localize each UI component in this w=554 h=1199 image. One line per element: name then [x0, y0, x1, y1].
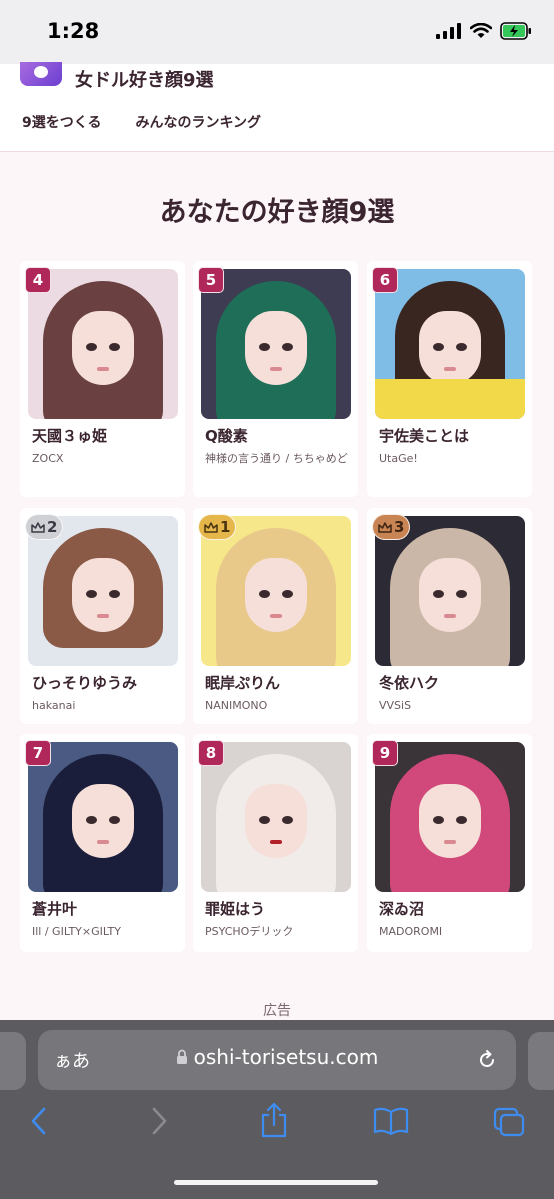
crown-icon — [31, 521, 45, 533]
idol-card[interactable]: 3 冬依ハク VVSiS — [367, 508, 532, 724]
previous-tab-peek[interactable] — [0, 1032, 26, 1090]
home-indicator — [174, 1180, 378, 1185]
ad-label: 広告 — [263, 1003, 291, 1019]
idol-card[interactable]: 6 宇佐美ことは UtaGe! — [367, 261, 532, 497]
wifi-icon — [470, 23, 492, 38]
idol-name: 天國３ゅ姫 — [32, 427, 108, 445]
rank-badge: 4 — [25, 267, 51, 293]
browser-chrome: ぁあ oshi-torisetsu.com — [0, 1020, 554, 1199]
idol-card[interactable]: 1 眠岸ぷりん NANIMONO — [193, 508, 358, 724]
rank-badge: 8 — [198, 740, 224, 766]
idol-card[interactable]: 7 蒼井叶 Ill / GILTY×GILTY — [20, 734, 185, 952]
idol-photo — [201, 269, 351, 419]
page-title: あなたの好き顔9選 — [159, 197, 395, 228]
crown-icon — [204, 521, 218, 533]
idol-name: 深ゐ沼 — [379, 900, 425, 918]
rank-badge-bronze: 3 — [372, 514, 411, 540]
rank-badge: 6 — [372, 267, 398, 293]
share-icon[interactable] — [259, 1102, 289, 1138]
idol-card[interactable]: 2 ひっそりゆうみ hakanai — [20, 508, 185, 724]
idol-group: UtaGe! — [379, 452, 418, 465]
browser-toolbar — [0, 1102, 554, 1152]
back-icon[interactable] — [30, 1106, 48, 1136]
forward-icon[interactable] — [150, 1106, 168, 1136]
status-bar: 1:28 — [0, 0, 554, 64]
idol-card[interactable]: 8 罪姫はう PSYCHOデリック — [193, 734, 358, 952]
idol-group: 神様の言う通り / ちちゃめど — [205, 452, 348, 465]
idol-name: Q酸素 — [205, 427, 248, 445]
idol-name: ひっそりゆうみ — [32, 674, 138, 692]
site-nav: 9選をつくる みんなのランキング — [22, 112, 261, 132]
lock-icon — [176, 1049, 187, 1064]
url-text: oshi-torisetsu.com — [193, 1045, 379, 1069]
idol-group: PSYCHOデリック — [205, 925, 294, 938]
idol-name: 眠岸ぷりん — [205, 674, 281, 692]
idol-group: MADOROMI — [379, 925, 443, 938]
bookmarks-icon[interactable] — [373, 1106, 409, 1136]
idol-photo — [28, 742, 178, 892]
idol-photo — [375, 269, 525, 419]
rank-badge: 5 — [198, 267, 224, 293]
next-tab-peek[interactable] — [528, 1032, 554, 1090]
url-display[interactable]: oshi-torisetsu.com — [38, 1045, 516, 1069]
site-header: 女ドル好き顔9選 9選をつくる みんなのランキング — [0, 62, 554, 152]
status-icons — [436, 22, 532, 40]
nav-create-link[interactable]: 9選をつくる — [22, 112, 101, 132]
rank-badge-silver: 2 — [25, 514, 64, 540]
tabs-icon[interactable] — [492, 1106, 526, 1138]
idol-group: ZOCX — [32, 452, 64, 465]
reload-icon[interactable] — [476, 1049, 498, 1071]
idol-name: 罪姫はう — [205, 900, 266, 918]
idol-group: Ill / GILTY×GILTY — [32, 925, 121, 938]
nav-ranking-link[interactable]: みんなのランキング — [135, 112, 261, 132]
idol-photo — [375, 742, 525, 892]
rank-badge: 7 — [25, 740, 51, 766]
status-time: 1:28 — [47, 19, 100, 43]
idol-group: hakanai — [32, 699, 76, 712]
cellular-signal-icon — [436, 23, 461, 39]
idol-photo — [201, 742, 351, 892]
site-title[interactable]: 女ドル好き顔9選 — [75, 66, 214, 92]
idol-group: VVSiS — [379, 699, 412, 712]
idol-name: 宇佐美ことは — [379, 427, 470, 445]
idol-photo — [28, 269, 178, 419]
rank-badge-gold: 1 — [198, 514, 237, 540]
rank-badge: 9 — [372, 740, 398, 766]
idol-card[interactable]: 9 深ゐ沼 MADOROMI — [367, 734, 532, 952]
crown-icon — [378, 521, 392, 533]
idol-name: 蒼井叶 — [32, 900, 78, 918]
idol-group: NANIMONO — [205, 699, 268, 712]
idol-card[interactable]: 5 Q酸素 神様の言う通り / ちちゃめど — [193, 261, 358, 497]
address-bar[interactable]: ぁあ oshi-torisetsu.com — [38, 1030, 516, 1090]
idol-name: 冬依ハク — [379, 674, 440, 692]
battery-charging-icon — [500, 22, 531, 40]
site-logo[interactable] — [20, 62, 62, 86]
idol-card[interactable]: 4 天國３ゅ姫 ZOCX — [20, 261, 185, 497]
